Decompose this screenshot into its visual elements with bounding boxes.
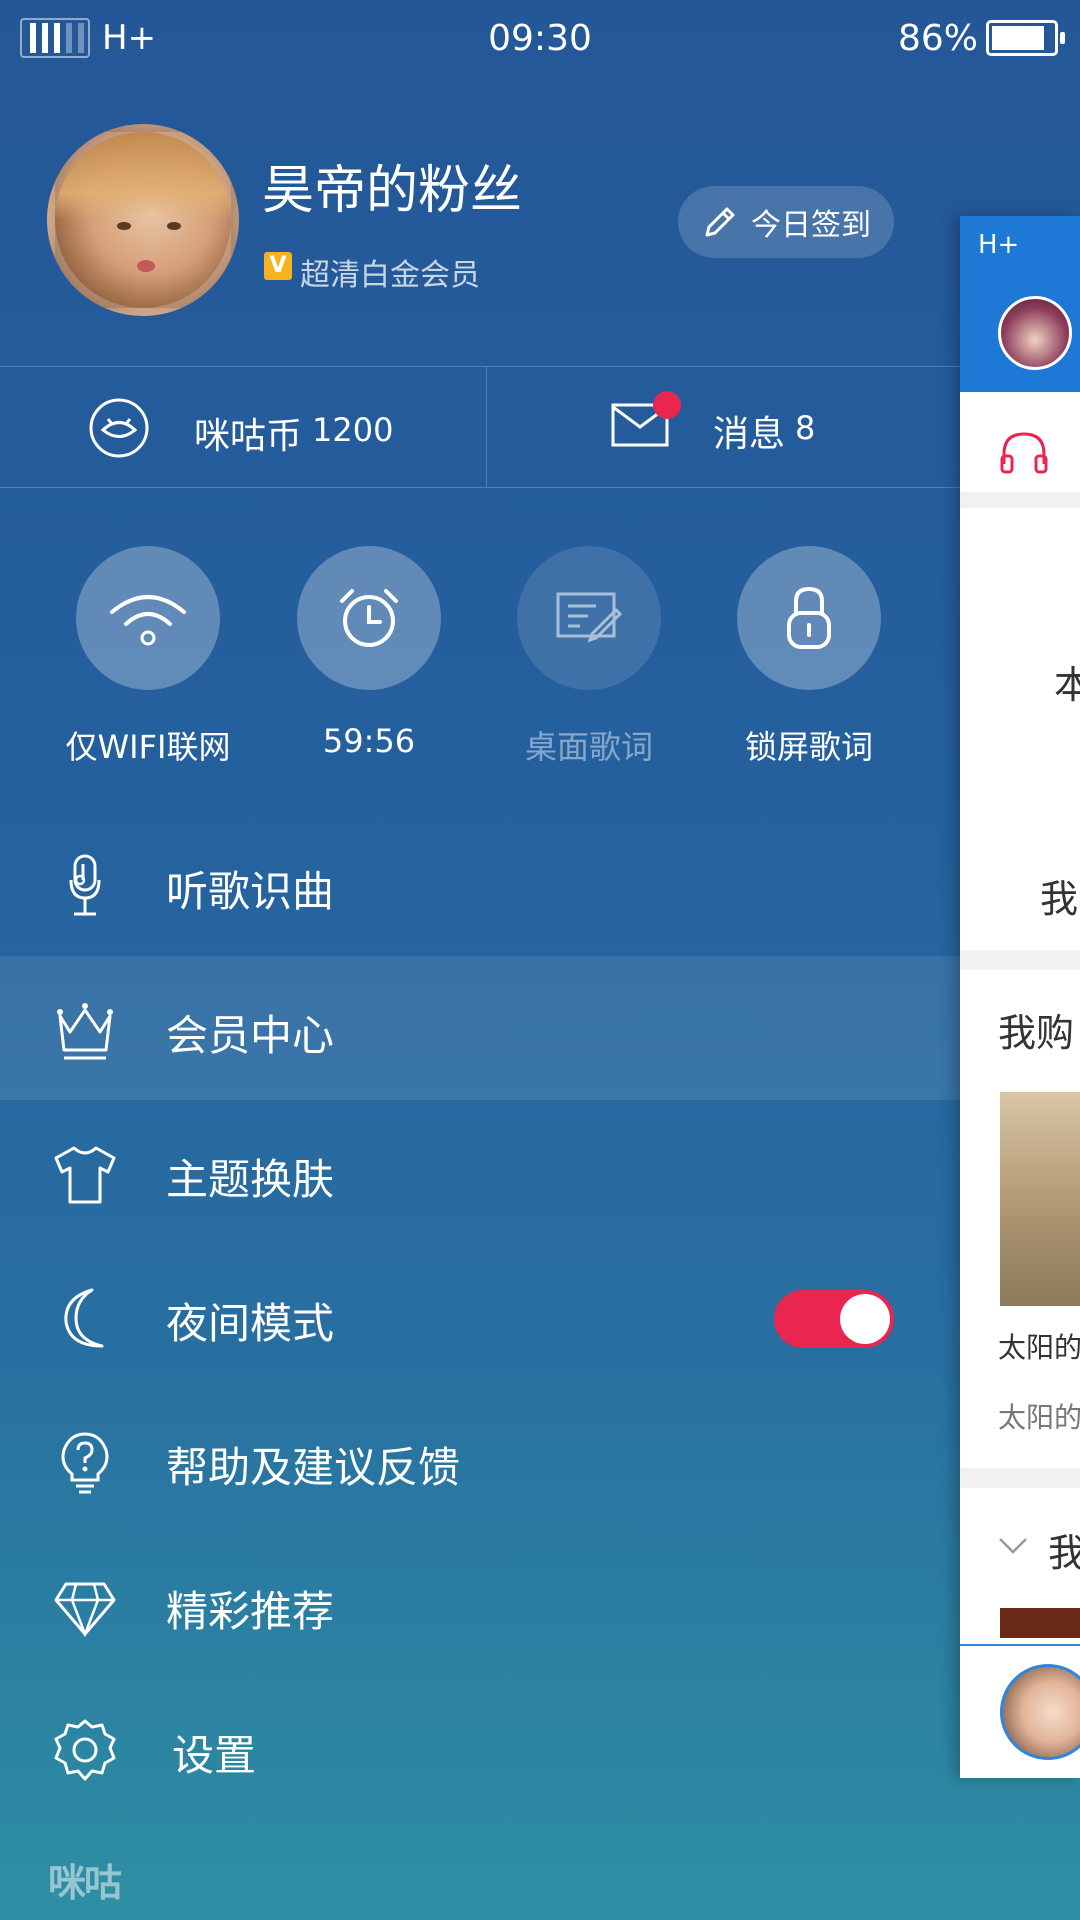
checkin-label: 今日签到 xyxy=(751,208,871,243)
messages-entry[interactable]: 消息 8 xyxy=(487,367,960,487)
night-mode-switch[interactable] xyxy=(774,1290,894,1348)
main-screen-peek[interactable]: H+ 本 我 我购 太阳的 太阳的 我 xyxy=(960,216,1080,1778)
menu-item-member-center[interactable]: 会员中心 xyxy=(0,956,960,1100)
sleep-timer-label: 59:56 xyxy=(322,722,416,760)
menu-label: 精彩推荐 xyxy=(166,1587,335,1636)
wifi-only-toggle[interactable] xyxy=(76,546,220,690)
peek-separator xyxy=(960,950,1080,970)
coin-icon xyxy=(89,398,149,458)
gear-icon xyxy=(54,1719,116,1781)
switch-knob xyxy=(840,1294,890,1344)
peek-song-sub: 太阳的 xyxy=(998,1401,1080,1434)
avatar-eye xyxy=(117,222,131,230)
username[interactable]: 昊帝的粉丝 xyxy=(262,165,522,217)
menu-label: 夜间模式 xyxy=(166,1299,335,1348)
peek-song-title: 太阳的 xyxy=(998,1331,1080,1364)
message-label: 消息 xyxy=(713,414,786,455)
menu-label: 听歌识曲 xyxy=(166,867,335,916)
desktop-lyrics-toggle[interactable] xyxy=(517,546,661,690)
chevron-down-icon xyxy=(999,1538,1027,1554)
peek-header: H+ xyxy=(960,216,1080,392)
sleep-timer-toggle[interactable] xyxy=(297,546,441,690)
coin-value: 1200 xyxy=(312,411,394,449)
battery-fill xyxy=(992,26,1044,50)
menu-item-theme-skin[interactable]: 主题换肤 xyxy=(0,1100,960,1244)
question-bulb-icon xyxy=(61,1432,109,1494)
menu-item-song-recognition[interactable]: 听歌识曲 xyxy=(0,812,960,956)
mini-player[interactable] xyxy=(960,1644,1080,1778)
battery-icon xyxy=(986,20,1065,56)
headphones-icon xyxy=(1000,432,1048,474)
menu-item-recommendations[interactable]: 精彩推荐 xyxy=(0,1532,960,1676)
avatar-hair xyxy=(55,132,231,220)
menu-label: 主题换肤 xyxy=(166,1155,335,1204)
desktop-lyrics-icon xyxy=(556,592,623,643)
migu-coin-entry[interactable]: 咪咕币 1200 xyxy=(0,367,486,487)
moon-icon xyxy=(64,1288,104,1348)
side-drawer: H+ 09:30 86% 昊帝的粉丝 V 超清白金会员 今日签到 咪咕币 120… xyxy=(0,0,1080,1920)
peek-text: 本 xyxy=(1054,663,1080,707)
peek-text: 我 xyxy=(1040,877,1079,921)
wifi-icon xyxy=(110,595,186,646)
lockscreen-lyrics-toggle[interactable] xyxy=(737,546,881,690)
peek-section-title: 我 xyxy=(1048,1531,1080,1575)
crown-icon xyxy=(57,1003,113,1060)
battery-percent: 86% xyxy=(897,18,978,59)
peek-tab-row xyxy=(960,406,1080,508)
peek-avatar xyxy=(998,296,1072,370)
microphone-music-icon xyxy=(69,854,101,916)
desktop-lyrics-label: 桌面歌词 xyxy=(524,728,653,766)
album-thumbnail xyxy=(1000,1092,1080,1306)
peek-section-title: 我购 xyxy=(998,1011,1075,1055)
avatar-mouth xyxy=(137,260,155,272)
unread-dot xyxy=(653,391,681,419)
peek-separator xyxy=(960,1468,1080,1488)
diamond-icon xyxy=(54,1582,116,1638)
avatar-eye xyxy=(167,222,181,230)
vip-badge-icon: V xyxy=(264,252,292,280)
user-avatar[interactable] xyxy=(47,124,239,316)
message-count: 8 xyxy=(795,409,816,447)
menu-label: 会员中心 xyxy=(166,1011,335,1060)
stats-row: 咪咕币 1200 消息 8 xyxy=(0,366,960,488)
wifi-only-label: 仅WIFI联网 xyxy=(65,728,231,766)
menu-item-help-feedback[interactable]: 帮助及建议反馈 xyxy=(0,1388,960,1532)
pencil-icon xyxy=(705,207,735,237)
lock-icon xyxy=(787,586,831,649)
menu-label: 设置 xyxy=(172,1731,257,1780)
member-level[interactable]: 超清白金会员 xyxy=(300,250,480,294)
menu-label: 帮助及建议反馈 xyxy=(166,1443,461,1492)
status-bar: H+ 09:30 86% xyxy=(0,0,1080,80)
peek-status: H+ xyxy=(978,230,1020,260)
album-thumbnail xyxy=(1000,1608,1080,1638)
alarm-clock-icon xyxy=(340,589,398,647)
lockscreen-lyrics-label: 锁屏歌词 xyxy=(744,728,873,766)
tshirt-icon xyxy=(54,1146,116,1204)
menu-item-settings[interactable]: 设置 xyxy=(0,1676,960,1820)
now-playing-cover xyxy=(1000,1664,1080,1760)
coin-label: 咪咕币 xyxy=(194,416,303,457)
menu-item-night-mode[interactable]: 夜间模式 xyxy=(0,1244,960,1388)
migu-logo: 咪咕 xyxy=(48,1861,122,1905)
daily-checkin-button[interactable]: 今日签到 xyxy=(678,186,894,258)
